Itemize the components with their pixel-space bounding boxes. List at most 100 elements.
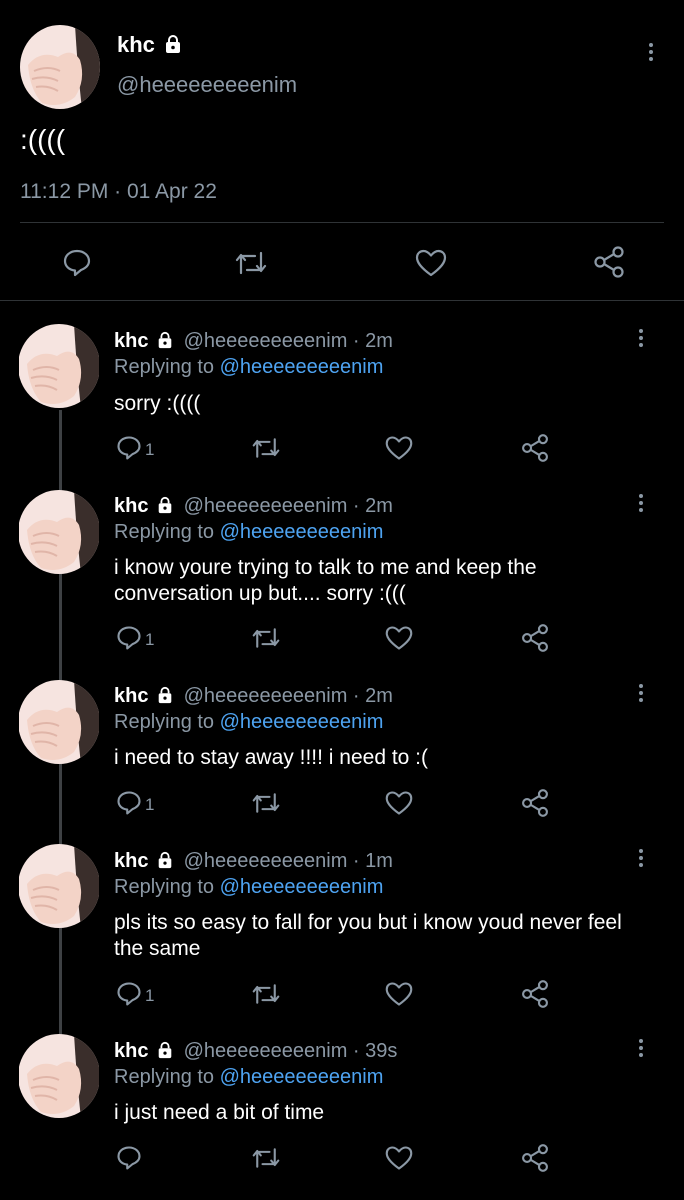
share-icon (522, 624, 548, 652)
share-button[interactable] (520, 979, 550, 1009)
avatar[interactable] (20, 25, 100, 109)
retweet-icon (235, 251, 267, 275)
replying-to-label: Replying to (114, 356, 215, 378)
display-name-text: khc (117, 32, 155, 57)
like-button[interactable] (384, 789, 414, 817)
heart-icon (385, 1146, 413, 1170)
reply-text: sorry :(((( (114, 392, 201, 415)
like-button[interactable] (384, 1144, 414, 1172)
handle[interactable]: @heeeeeeeeenim (184, 1040, 348, 1062)
replying-to: Replying to @heeeeeeeeenim (114, 711, 383, 734)
display-name[interactable]: khc (117, 32, 155, 58)
heart-icon (385, 791, 413, 815)
display-name[interactable]: khc (114, 850, 148, 872)
more-icon[interactable] (636, 329, 646, 351)
reply-text: i just need a bit of time (114, 1101, 325, 1124)
handle[interactable]: @heeeeeeeeenim (117, 72, 297, 98)
share-button[interactable] (520, 1143, 550, 1173)
reply-count: 1 (145, 986, 155, 1005)
retweet-button[interactable] (250, 624, 282, 652)
replying-to-link[interactable]: @heeeeeeeeenim (220, 1066, 384, 1088)
lock-icon (158, 851, 172, 869)
share-button[interactable] (520, 788, 550, 818)
share-icon (594, 246, 624, 278)
replying-to: Replying to @heeeeeeeeenim (114, 521, 383, 544)
like-button[interactable] (384, 434, 414, 462)
timestamp: · 39s (352, 1040, 398, 1062)
reply-icon (63, 249, 91, 277)
heart-icon (415, 249, 447, 277)
reply-header: khc @heeeeeeeeenim · 2m (114, 330, 393, 353)
like-button[interactable] (384, 980, 414, 1008)
share-button[interactable] (592, 245, 626, 279)
reply-text: pls its so easy to fall for you but i kn… (114, 911, 622, 960)
like-button[interactable] (414, 247, 448, 279)
tweet-text: :(((( (20, 124, 66, 155)
reply-button[interactable] (115, 434, 143, 462)
divider (20, 222, 664, 223)
replying-to-label: Replying to (114, 521, 215, 543)
reply-header: khc @heeeeeeeeenim · 2m (114, 685, 393, 708)
display-name[interactable]: khc (114, 685, 148, 707)
handle[interactable]: @heeeeeeeeenim (184, 495, 348, 517)
retweet-icon (252, 793, 280, 813)
handle[interactable]: @heeeeeeeeenim (184, 685, 348, 707)
reply-button[interactable] (61, 247, 93, 279)
reply-header: khc @heeeeeeeeenim · 39s (114, 1040, 397, 1063)
reply-button[interactable] (115, 624, 143, 652)
reply-header: khc @heeeeeeeeenim · 1m (114, 850, 393, 873)
retweet-button[interactable] (250, 789, 282, 817)
retweet-icon (252, 438, 280, 458)
reply-count: 1 (145, 440, 155, 459)
more-icon[interactable] (636, 494, 646, 516)
lock-icon (158, 1041, 172, 1059)
replying-to-label: Replying to (114, 876, 215, 898)
retweet-button[interactable] (250, 980, 282, 1008)
lock-icon (158, 686, 172, 704)
lock-icon (158, 496, 172, 514)
avatar[interactable] (18, 1034, 100, 1118)
share-icon (522, 434, 548, 462)
avatar[interactable] (18, 324, 100, 408)
share-icon (522, 1144, 548, 1172)
reply-header: khc @heeeeeeeeenim · 2m (114, 495, 393, 518)
retweet-icon (252, 1148, 280, 1168)
display-name[interactable]: khc (114, 330, 148, 352)
avatar[interactable] (18, 680, 100, 764)
retweet-button[interactable] (250, 434, 282, 462)
more-icon[interactable] (636, 684, 646, 706)
replying-to-link[interactable]: @heeeeeeeeenim (220, 356, 384, 378)
reply-count: 1 (145, 795, 155, 814)
replying-to-link[interactable]: @heeeeeeeeenim (220, 876, 384, 898)
display-name[interactable]: khc (114, 1040, 148, 1062)
reply-button[interactable] (115, 789, 143, 817)
share-icon (522, 980, 548, 1008)
like-button[interactable] (384, 624, 414, 652)
timestamp: · 2m (352, 495, 393, 517)
share-button[interactable] (520, 623, 550, 653)
timestamp: · 2m (352, 685, 393, 707)
reply-button[interactable] (115, 1144, 143, 1172)
more-icon[interactable] (636, 1039, 646, 1061)
replying-to-label: Replying to (114, 711, 215, 733)
display-name[interactable]: khc (114, 495, 148, 517)
retweet-button[interactable] (233, 247, 269, 279)
reply-icon (117, 1146, 141, 1170)
replying-to-link[interactable]: @heeeeeeeeenim (220, 711, 384, 733)
avatar[interactable] (18, 844, 100, 928)
replying-to-link[interactable]: @heeeeeeeeenim (220, 521, 384, 543)
share-button[interactable] (520, 433, 550, 463)
retweet-icon (252, 628, 280, 648)
reply-count: 1 (145, 630, 155, 649)
handle[interactable]: @heeeeeeeeenim (184, 850, 348, 872)
handle[interactable]: @heeeeeeeeenim (184, 330, 348, 352)
lock-icon (163, 34, 183, 54)
tweet-timestamp: 11:12 PM · 01 Apr 22 (20, 180, 217, 203)
avatar[interactable] (18, 490, 100, 574)
more-icon[interactable] (646, 43, 656, 65)
replying-to-label: Replying to (114, 1066, 215, 1088)
more-icon[interactable] (636, 849, 646, 871)
reply-icon (117, 982, 141, 1006)
retweet-button[interactable] (250, 1144, 282, 1172)
reply-button[interactable] (115, 980, 143, 1008)
